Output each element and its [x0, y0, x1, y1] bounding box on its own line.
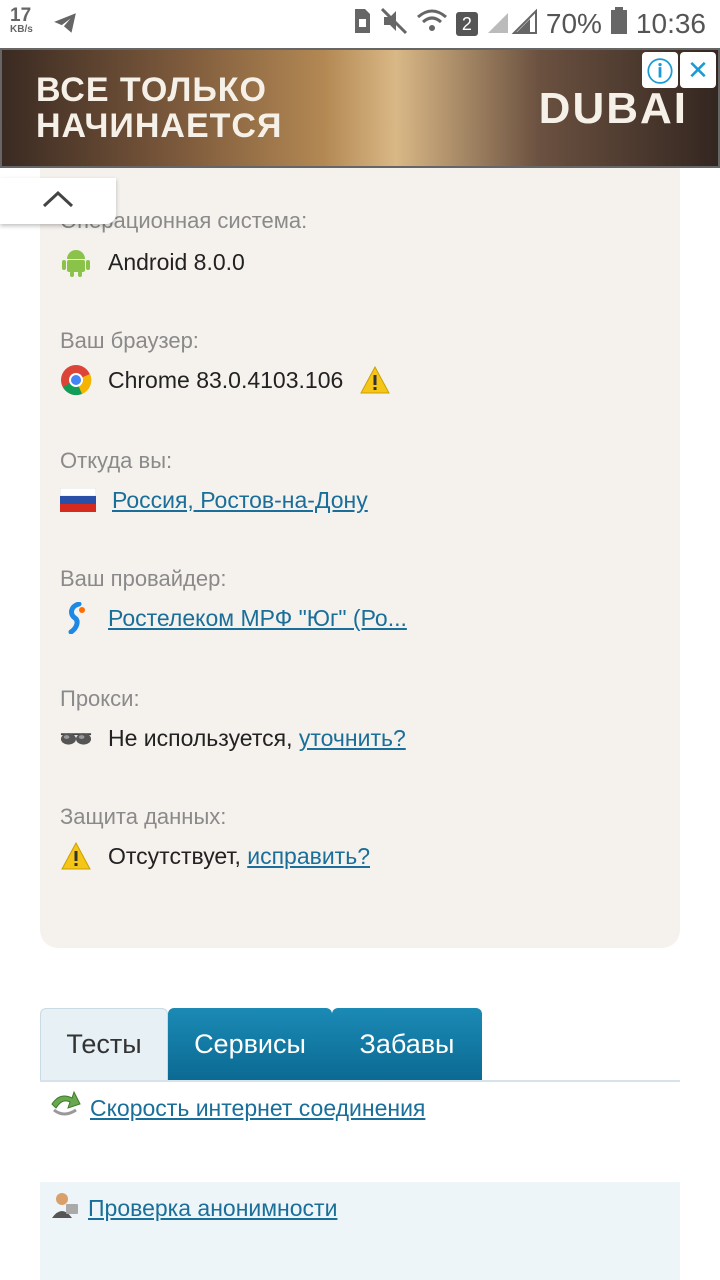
connection-info-card: Операционная система: Android 8.0.0 Ваш …	[40, 168, 680, 948]
speed-test-item: Скорость интернет соединения	[40, 1090, 680, 1126]
arrow-icon	[50, 1090, 82, 1126]
sunglasses-icon	[60, 722, 92, 754]
protection-value: Отсутствует, исправить?	[108, 843, 370, 870]
location-link[interactable]: Россия, Ростов-на-Дону	[112, 487, 368, 514]
network-speed: 17 KB/s	[10, 5, 33, 36]
tab-services[interactable]: Сервисы	[168, 1008, 332, 1080]
os-row: Android 8.0.0	[60, 246, 245, 278]
os-value: Android 8.0.0	[108, 248, 245, 275]
telegram-icon	[52, 10, 78, 41]
wifi-icon	[416, 7, 448, 42]
ad-brand: DUBAI	[538, 84, 688, 133]
tab-fun[interactable]: Забавы	[332, 1008, 482, 1080]
ad-headline-line1: ВСЕ ТОЛЬКО	[36, 71, 267, 109]
category-tabs: Тесты Сервисы Забавы	[40, 1008, 680, 1082]
ad-banner[interactable]: ВСЕ ТОЛЬКО НАЧИНАЕТСЯ DUBAI ⓘ ✕	[0, 48, 720, 168]
browser-label: Ваш браузер:	[60, 328, 199, 353]
proxy-value: Не используется, уточнить?	[108, 725, 406, 752]
protection-row: Отсутствует, исправить?	[60, 840, 370, 872]
protection-status: Отсутствует,	[108, 842, 241, 869]
location-label: Откуда вы:	[60, 448, 173, 473]
warning-icon	[60, 840, 92, 872]
protection-fix-link[interactable]: исправить?	[247, 843, 370, 869]
ad-controls: ⓘ ✕	[640, 52, 716, 88]
android-icon	[60, 246, 92, 278]
clock: 10:36	[635, 8, 706, 39]
network-speed-value: 17	[10, 5, 32, 26]
sim-badge: 2	[455, 12, 478, 36]
proxy-clarify-link[interactable]: уточнить?	[299, 725, 406, 751]
battery-percent: 70%	[545, 8, 602, 39]
mute-icon	[380, 7, 408, 42]
anonymity-link[interactable]: Проверка анонимности	[88, 1195, 337, 1222]
ad-info-icon[interactable]: ⓘ	[642, 52, 678, 88]
proxy-row: Не используется, уточнить?	[60, 722, 406, 754]
status-bar: 17 KB/s 2 70% 10:36	[0, 0, 720, 48]
proxy-label: Прокси:	[60, 686, 140, 711]
chrome-icon	[60, 364, 92, 396]
provider-link[interactable]: Ростелеком МРФ "Юг" (Ро...	[108, 605, 407, 632]
ad-headline-line2: НАЧИНАЕТСЯ	[36, 107, 283, 145]
collapse-ad-button[interactable]	[0, 178, 116, 224]
anonymity-item: Проверка анонимности	[40, 1190, 680, 1226]
ad-close-icon[interactable]: ✕	[680, 52, 716, 88]
location-row: Россия, Ростов-на-Дону	[60, 484, 368, 516]
tab-tests[interactable]: Тесты	[40, 1008, 168, 1080]
provider-row: Ростелеком МРФ "Юг" (Ро...	[60, 602, 407, 634]
browser-value: Chrome 83.0.4103.106	[108, 366, 344, 393]
rostelecom-icon	[60, 602, 92, 634]
provider-label: Ваш провайдер:	[60, 566, 227, 591]
battery-icon	[610, 6, 628, 42]
browser-row: Chrome 83.0.4103.106	[60, 364, 391, 396]
status-icons: 2 70% 10:36	[352, 6, 706, 42]
network-speed-unit: KB/s	[10, 24, 33, 35]
signal-icon	[486, 7, 538, 42]
sim-icon	[352, 7, 372, 42]
chevron-up-icon	[41, 189, 75, 214]
ad-headline: ВСЕ ТОЛЬКО НАЧИНАЕТСЯ	[36, 72, 282, 144]
person-icon	[50, 1190, 80, 1226]
warning-icon	[359, 364, 391, 396]
proxy-status: Не используется,	[108, 724, 293, 751]
russia-flag-icon	[60, 484, 96, 516]
speed-test-link[interactable]: Скорость интернет соединения	[90, 1095, 425, 1122]
protection-label: Защита данных:	[60, 804, 227, 829]
